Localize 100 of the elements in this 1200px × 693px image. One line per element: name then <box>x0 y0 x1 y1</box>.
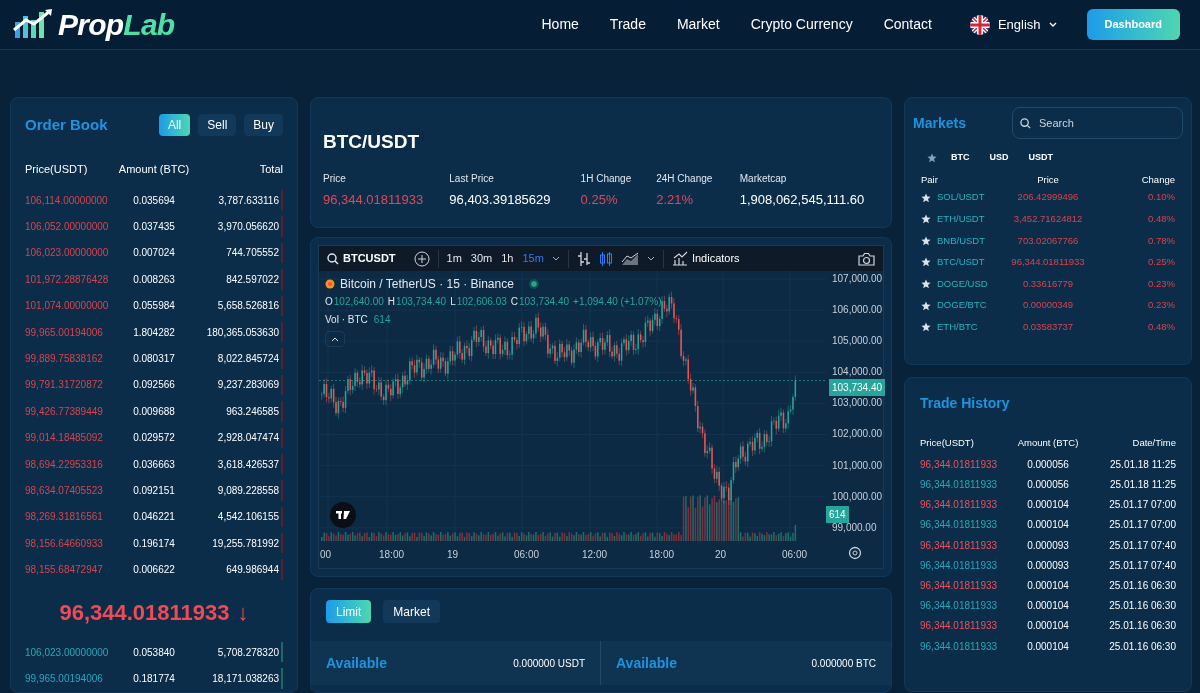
search-field[interactable]: Search <box>1012 107 1183 139</box>
amount-cell-text: 0.035694 <box>132 193 176 208</box>
price-cell-text: 96,344.01811933 <box>920 558 999 573</box>
amount-cell-text: 0.029572 <box>132 431 176 446</box>
time-axis-label: 06:00 <box>782 548 808 562</box>
pair-cell[interactable]: DOGE/BTC <box>937 298 987 313</box>
star-icon[interactable] <box>921 192 931 203</box>
amount-cell-text: 0.000104 <box>1026 599 1070 614</box>
star-icon[interactable] <box>927 152 937 163</box>
search-icon <box>1020 118 1031 129</box>
price-cell-text: 0.33616779 <box>1021 276 1075 291</box>
filter-tab[interactable]: Buy <box>244 114 283 137</box>
price-cell-text: 0.00000349 <box>1021 298 1075 313</box>
amount-cell-text: 0.000056 <box>1026 457 1070 472</box>
price-cell-text: 98,694.22953316 <box>25 457 104 472</box>
quote-tab[interactable]: USDT <box>1028 151 1053 165</box>
nav-link[interactable]: Crypto Currency <box>750 14 853 35</box>
price-cell-text: 106,114.00000000 <box>25 193 109 208</box>
nav-link[interactable]: Home <box>541 14 579 35</box>
price-axis-label: 107,000.00 <box>832 273 883 285</box>
amount-cell-text: 0.000104 <box>1026 578 1070 593</box>
chevron-down-icon[interactable] <box>646 255 655 262</box>
pair-cell[interactable]: BNB/USDT <box>937 233 986 248</box>
nav-link[interactable]: Market <box>676 14 720 35</box>
chevron-down-icon[interactable] <box>551 255 560 262</box>
pair-cell[interactable]: ETH/BTC <box>937 320 978 335</box>
stat-label: 1H Change <box>580 171 633 186</box>
total-cell-text: 180,365.053630 <box>205 325 279 340</box>
column-header: Amount (BTC) <box>117 161 191 177</box>
order-type-tab[interactable]: Market <box>383 600 441 623</box>
amount-cell-text: 0.000056 <box>1026 478 1070 493</box>
area-chart-icon[interactable] <box>620 251 639 266</box>
price-cell-text: 96,344.01811933 <box>920 457 999 472</box>
pair-cell[interactable]: SOL/USDT <box>937 190 985 205</box>
price-cell-text: 96,344.01811933 <box>1010 255 1086 270</box>
language-selector[interactable]: English <box>997 14 1057 35</box>
nav-link[interactable]: Contact <box>883 14 932 35</box>
stat-label: Last Price <box>449 171 495 186</box>
price-cell-text: 98,269.31816561 <box>25 510 104 525</box>
chevron-up-icon <box>331 336 339 342</box>
stat-value: 1,908,062,545,111.60 <box>739 190 866 209</box>
star-icon[interactable] <box>921 257 931 268</box>
total-cell-text: 3,970.056620 <box>216 220 279 235</box>
interval-tab[interactable]: 1m <box>446 250 462 267</box>
price-axis-label: 101,000.00 <box>832 459 883 472</box>
ohlc-value: 103,734.40 <box>396 295 447 309</box>
balance-value: 0.000000 USDT <box>513 656 585 671</box>
amount-cell-text: 0.000104 <box>1026 639 1070 654</box>
price-cell-text: 101,074.00000000 <box>25 299 110 314</box>
nav-link[interactable]: Trade <box>609 14 646 35</box>
time-axis-label: 18:00 <box>649 548 675 562</box>
time-cell-text: 25.01.18 11:25 <box>1109 457 1176 472</box>
star-icon[interactable] <box>921 278 931 289</box>
price-cell-text: 98,634.07405523 <box>25 484 104 498</box>
price-cell-text: 106,023.00000000 <box>25 246 110 261</box>
price-axis-label: 100,000.00 <box>832 490 883 503</box>
quote-tab[interactable]: USD <box>989 151 1009 165</box>
indicators-button[interactable]: Indicators <box>691 250 740 267</box>
bar-chart-icon[interactable] <box>576 250 591 267</box>
star-icon[interactable] <box>921 235 931 246</box>
amount-cell-text: 0.000093 <box>1026 538 1070 553</box>
filter-tab[interactable]: Sell <box>198 114 237 137</box>
star-icon[interactable] <box>921 322 931 333</box>
tv-logo-icon[interactable] <box>330 502 356 528</box>
amount-cell-text: 0.046221 <box>132 510 176 525</box>
pair-cell[interactable]: BTC/USDT <box>937 255 985 270</box>
interval-tab[interactable]: 30m <box>470 250 493 267</box>
pair-cell[interactable]: DOGE/USD <box>937 276 988 292</box>
price-cell-text: 96,344.01811933 <box>920 578 999 593</box>
amount-cell-text: 0.092151 <box>132 484 176 498</box>
amount-cell-text: 0.036663 <box>132 457 176 472</box>
price-cell-text: 106,052.00000000 <box>25 220 110 235</box>
panel-title: Trade History <box>920 394 1011 413</box>
settings-icon[interactable] <box>848 546 862 560</box>
price-cell-text: 96,344.01811933 <box>920 478 999 493</box>
candles-icon[interactable] <box>598 250 613 267</box>
amount-cell-text: 0.080317 <box>132 352 176 367</box>
panel-title: Order Book <box>25 115 108 135</box>
price-tag: 103,734.40 <box>829 379 886 396</box>
symbol-button[interactable]: BTCUSDT <box>343 250 396 267</box>
amount-cell-text: 1.804282 <box>132 325 176 340</box>
star-icon[interactable] <box>921 300 931 311</box>
camera-icon[interactable] <box>858 251 875 266</box>
total-cell-text: 963.246585 <box>225 404 279 419</box>
price-cell-text: 99,965.00194006 <box>25 325 104 340</box>
amount-cell-text: 0.000104 <box>1026 619 1070 634</box>
interval-tab[interactable]: 1h <box>501 250 514 267</box>
star-icon[interactable] <box>921 214 931 225</box>
price-axis-label: 103,000.00 <box>832 397 883 410</box>
amount-cell-text: 0.037435 <box>132 220 176 235</box>
interval-tab[interactable]: 15m <box>522 250 544 267</box>
pair-cell[interactable]: ETH/USDT <box>937 212 985 227</box>
volume-value: 614 <box>373 313 391 327</box>
ohlc-key: O <box>325 294 333 309</box>
quote-tab[interactable]: BTC <box>951 151 970 165</box>
column-header: Change <box>1140 172 1175 187</box>
price-cell-text: 96,344.01811933 <box>920 498 999 513</box>
down-arrow: ↓ <box>237 599 249 628</box>
time-cell-text: 25.01.17 07:00 <box>1108 498 1176 513</box>
add-icon[interactable] <box>413 250 430 267</box>
